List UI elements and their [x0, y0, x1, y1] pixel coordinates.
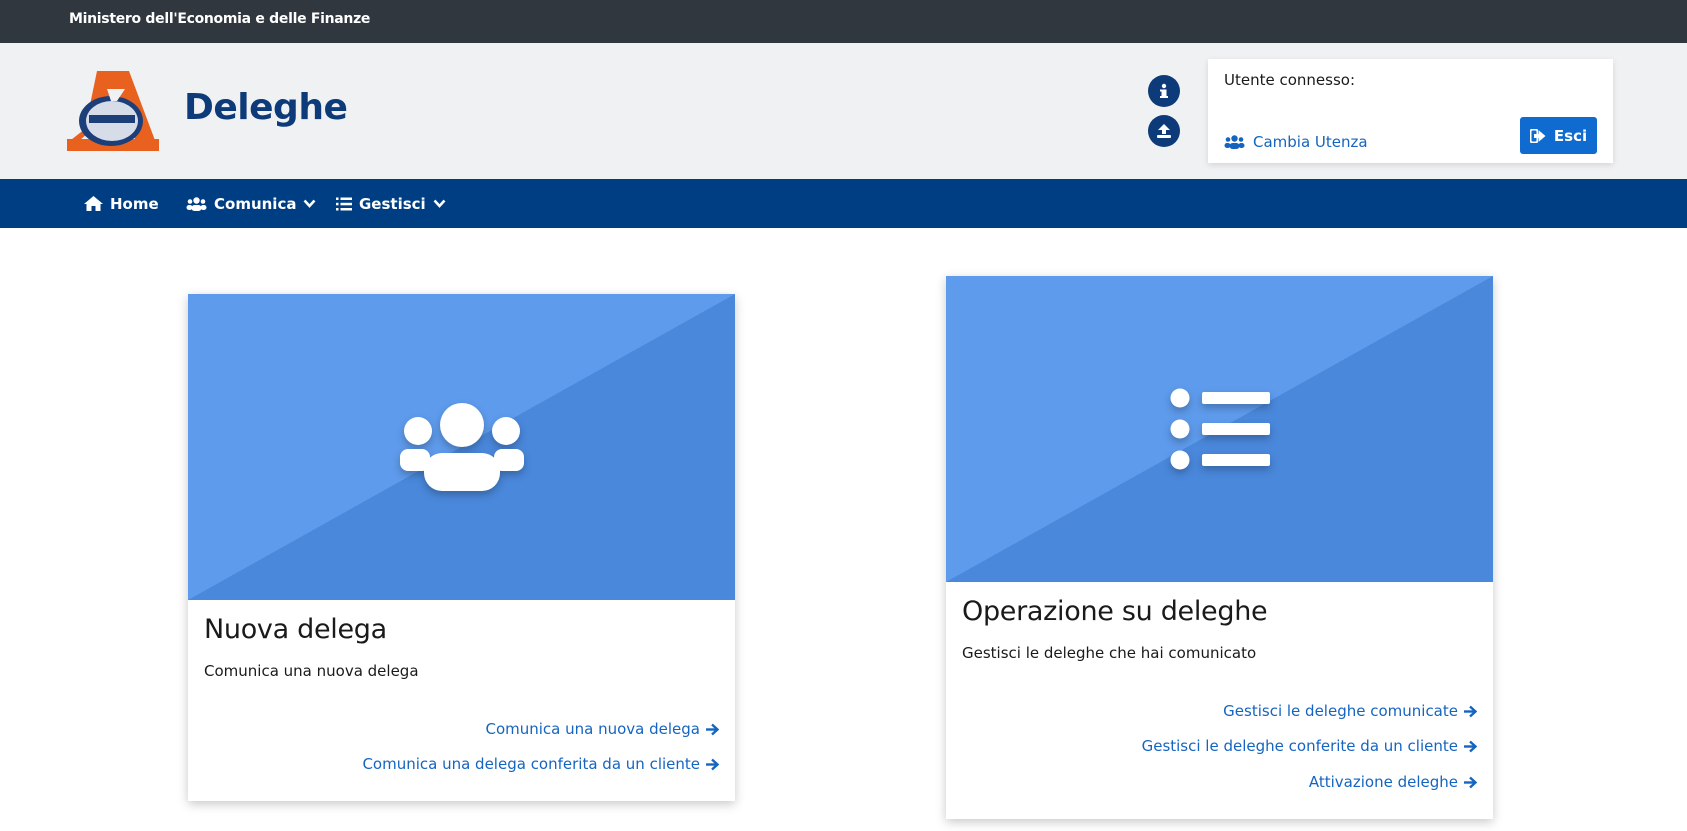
home-icon [84, 196, 103, 211]
card-description: Comunica una nuova delega [204, 662, 419, 680]
nav-home[interactable]: Home [84, 179, 159, 228]
card-operazione-deleghe: Operazione su deleghe Gestisci le delegh… [946, 276, 1493, 819]
chevron-down-icon [433, 199, 446, 208]
arrow-right-icon [1464, 705, 1477, 717]
main-navbar: Home Comunica Gestisci [0, 179, 1687, 228]
link-comunica-delega-conferita[interactable]: Comunica una delega conferita da un clie… [362, 755, 719, 773]
link-comunica-nuova-delega[interactable]: Comunica una nuova delega [485, 720, 719, 738]
agenzia-entrate-logo[interactable] [67, 71, 159, 151]
users-icon [1224, 135, 1245, 149]
card-title: Nuova delega [204, 614, 387, 645]
users-icon [399, 403, 524, 491]
switch-user-label: Cambia Utenza [1253, 133, 1368, 151]
logout-button[interactable]: Esci [1520, 117, 1597, 154]
nav-gestisci[interactable]: Gestisci [336, 179, 446, 228]
link-label: Gestisci le deleghe conferite da un clie… [1141, 737, 1458, 755]
sign-out-icon [1529, 128, 1546, 143]
card-title: Operazione su deleghe [962, 596, 1268, 627]
link-label: Gestisci le deleghe comunicate [1223, 702, 1458, 720]
info-button[interactable] [1148, 75, 1180, 107]
ministry-bar: Ministero dell'Economia e delle Finanze [0, 0, 1687, 43]
nav-comunica-label: Comunica [214, 194, 297, 213]
switch-user-link[interactable]: Cambia Utenza [1224, 133, 1368, 151]
arrow-right-icon [706, 758, 719, 770]
card-nuova-delega: Nuova delega Comunica una nuova delega C… [188, 294, 735, 801]
upload-icon [1157, 124, 1171, 138]
arrow-right-icon [1464, 776, 1477, 788]
list-icon [336, 197, 352, 210]
card-description: Gestisci le deleghe che hai comunicato [962, 644, 1257, 662]
chevron-down-icon [304, 199, 316, 208]
card-banner [188, 294, 735, 600]
link-label: Comunica una delega conferita da un clie… [362, 755, 700, 773]
nav-comunica[interactable]: Comunica [186, 179, 316, 228]
users-icon [186, 196, 207, 211]
ministry-name[interactable]: Ministero dell'Economia e delle Finanze [69, 11, 370, 27]
link-gestisci-deleghe-conferite[interactable]: Gestisci le deleghe conferite da un clie… [1142, 737, 1477, 755]
link-label: Comunica una nuova delega [485, 720, 700, 738]
app-title: Deleghe [184, 87, 348, 128]
link-label: Attivazione deleghe [1308, 773, 1458, 791]
arrow-right-icon [706, 723, 719, 735]
arrow-right-icon [1464, 740, 1477, 752]
link-attivazione-deleghe[interactable]: Attivazione deleghe [1309, 773, 1477, 791]
card-banner [946, 276, 1493, 582]
list-icon [1170, 388, 1270, 470]
nav-gestisci-label: Gestisci [359, 194, 426, 213]
logout-label: Esci [1553, 126, 1588, 145]
user-panel: Utente connesso: Cambia Utenza Esci [1208, 59, 1613, 163]
info-icon [1160, 83, 1168, 98]
site-header: Deleghe Utente connesso: Cambia Utenza E… [0, 43, 1687, 179]
link-gestisci-deleghe-comunicate[interactable]: Gestisci le deleghe comunicate [1223, 702, 1477, 720]
upload-button[interactable] [1148, 115, 1180, 147]
connected-user-label: Utente connesso: [1224, 71, 1356, 89]
nav-home-label: Home [110, 194, 159, 213]
